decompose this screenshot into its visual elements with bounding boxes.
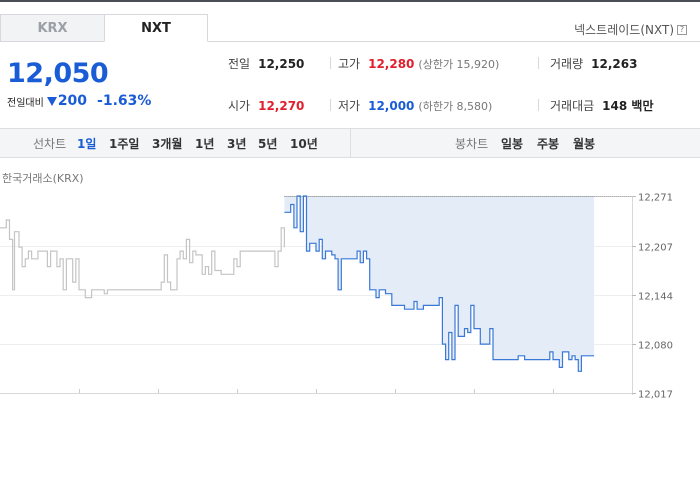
nxt-area-fill	[284, 196, 595, 372]
price-line-chart: 12,271 12,207 12,144 12,080 12,017	[0, 193, 673, 401]
divider	[538, 99, 539, 111]
stat-value: 12,000	[368, 99, 415, 113]
tab-underline	[208, 41, 700, 42]
stat-value: 12,250	[258, 57, 305, 71]
line-chart-label: 선차트	[33, 136, 67, 151]
period-3y-button[interactable]: 3년	[227, 129, 246, 157]
y-tick-label: 12,080	[638, 341, 673, 352]
stat-value: 148 백만	[602, 99, 654, 113]
y-tick-label: 12,271	[638, 193, 673, 204]
y-tick-label: 12,207	[638, 243, 673, 254]
stat-value: 12,280	[368, 57, 415, 71]
stat-label: 시가	[228, 99, 251, 113]
help-icon[interactable]: ?	[677, 24, 687, 35]
stat-label: 고가	[338, 57, 361, 71]
stat-value: 12,270	[258, 99, 305, 113]
market-name: 넥스트레이드(NXT) ?	[574, 21, 687, 38]
exchange-source-label: 한국거래소(KRX)	[2, 172, 84, 185]
candle-weekly-button[interactable]: 주봉	[537, 129, 559, 157]
candle-monthly-button[interactable]: 월봉	[573, 129, 595, 157]
price-change: 전일대비 200 -1.63%	[7, 93, 151, 109]
market-name-label: 넥스트레이드(NXT)	[574, 23, 674, 37]
y-tick-label: 12,017	[638, 390, 673, 401]
top-border	[0, 0, 700, 2]
period-5y-button[interactable]: 5년	[258, 129, 277, 157]
krx-price-line	[0, 219, 285, 299]
stat-label: 저가	[338, 99, 361, 113]
down-triangle-icon	[46, 96, 57, 106]
period-3m-button[interactable]: 3개월	[152, 129, 182, 157]
period-divider	[350, 129, 351, 157]
stat-trade-value: 거래대금 148 백만	[550, 97, 653, 114]
period-1d-button[interactable]: 1일	[77, 129, 96, 157]
current-price: 12,050	[7, 58, 109, 89]
divider	[330, 57, 331, 69]
stat-sub: (상한가 15,920)	[418, 58, 500, 71]
tab-underline	[0, 41, 104, 42]
stat-volume: 거래량 12,263	[550, 55, 637, 72]
stat-open: 시가 12,270	[228, 97, 304, 114]
candle-chart-label: 봉차트	[455, 136, 489, 151]
divider	[538, 57, 539, 69]
tab-krx[interactable]: KRX	[0, 14, 104, 42]
change-percent: -1.63%	[97, 93, 152, 109]
stat-value: 12,263	[591, 57, 638, 71]
period-1y-button[interactable]: 1년	[195, 129, 214, 157]
stat-label: 거래량	[550, 57, 584, 71]
period-10y-button[interactable]: 10년	[290, 129, 318, 157]
tab-nxt[interactable]: NXT	[104, 14, 208, 42]
candle-daily-button[interactable]: 일봉	[501, 129, 523, 157]
change-amount: 200	[57, 93, 88, 109]
stat-sub: (하한가 8,580)	[418, 100, 493, 113]
stat-low: 저가 12,000 (하한가 8,580)	[338, 97, 492, 114]
stat-label: 전일	[228, 57, 251, 71]
stat-label: 거래대금	[550, 99, 595, 113]
y-tick-label: 12,144	[638, 292, 673, 303]
divider	[330, 99, 331, 111]
market-tabs: KRX NXT	[0, 14, 208, 42]
chart-period-bar: 선차트 1일 1주일 3개월 1년 3년 5년 10년 봉차트 일봉 주봉 월봉	[0, 128, 700, 158]
period-1w-button[interactable]: 1주일	[109, 129, 139, 157]
stat-prev-close: 전일 12,250	[228, 55, 304, 72]
change-label: 전일대비	[7, 97, 44, 109]
stat-high: 고가 12,280 (상한가 15,920)	[338, 55, 499, 72]
